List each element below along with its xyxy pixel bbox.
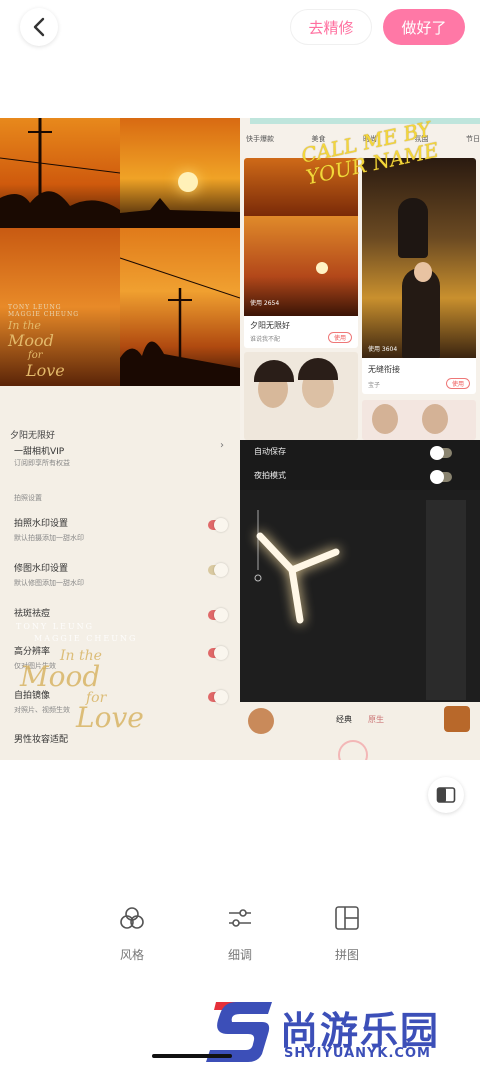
skyline-silhouette bbox=[120, 198, 240, 228]
feed-tab[interactable]: 快手爆款 bbox=[246, 134, 274, 148]
home-indicator bbox=[152, 1054, 232, 1058]
shutter-button[interactable] bbox=[338, 740, 368, 760]
tree-silhouette bbox=[120, 257, 240, 386]
vip-subtitle: 一甜相机VIP bbox=[14, 447, 65, 457]
compare-button[interactable] bbox=[428, 777, 464, 813]
auto-save-label: 自动保存 bbox=[254, 447, 286, 456]
night-mode-toggle[interactable] bbox=[430, 470, 452, 484]
style-tool[interactable]: 风格 bbox=[102, 904, 162, 963]
refine-button[interactable]: 去精修 bbox=[290, 9, 372, 45]
style-icon bbox=[120, 907, 144, 929]
overlay-title-4: Love bbox=[76, 701, 144, 734]
vip-title: 夕阳无限好 bbox=[10, 431, 56, 441]
setting-subtitle: 默认修图添加一甜水印 bbox=[14, 579, 84, 587]
card-caption: 无缝衔接 bbox=[368, 365, 400, 374]
card-caption: 夕阳无限好 bbox=[250, 321, 290, 330]
card-author: 谁说我不配 bbox=[250, 336, 281, 343]
setting-title: 拍照水印设置 bbox=[14, 519, 69, 529]
card-uses: 使用 3604 bbox=[368, 346, 398, 353]
overlay-names-2: MAGGIE CHEUNG bbox=[34, 634, 138, 643]
mode-classic[interactable]: 经典 bbox=[336, 714, 352, 725]
power-line-silhouette bbox=[0, 118, 120, 228]
poster-title-2: Mood bbox=[8, 331, 54, 350]
sunset-photo-4 bbox=[120, 228, 240, 386]
avatar[interactable] bbox=[248, 708, 274, 734]
overlay-title-2: Mood bbox=[20, 660, 101, 693]
setting-item[interactable]: 拍照水印设置 默认拍摄添加一甜水印 bbox=[14, 516, 236, 543]
poster-names-1: TONY LEUNG bbox=[8, 304, 62, 311]
sunset-poster[interactable]: TONY LEUNG MAGGIE CHEUNG In the Mood for… bbox=[0, 118, 240, 386]
overlay-mood-title: In the Mood for Love bbox=[20, 648, 144, 734]
settings-screenshot[interactable]: 夕阳无限好 一甜相机VIP 订阅即享所有权益 › 拍照设置 拍照水印设置 默认拍… bbox=[0, 386, 240, 760]
vip-hint: 订阅即享所有权益 bbox=[14, 459, 70, 467]
top-bar: 去精修 做好了 bbox=[0, 0, 480, 56]
done-button[interactable]: 做好了 bbox=[383, 9, 465, 45]
vip-banner[interactable]: 夕阳无限好 一甜相机VIP 订阅即享所有权益 › bbox=[0, 420, 240, 478]
collage-tool[interactable]: 拼图 bbox=[317, 904, 377, 963]
section-header: 拍照设置 bbox=[14, 494, 42, 502]
sunset-photo-3: TONY LEUNG MAGGIE CHEUNG In the Mood for… bbox=[0, 228, 120, 386]
poster-title-4: Love bbox=[26, 361, 65, 380]
site-watermark: 尚游乐园 SHYIYUANYK.COM bbox=[206, 998, 480, 1067]
back-button[interactable] bbox=[20, 8, 58, 46]
watermark-url: SHYIYUANYK.COM bbox=[284, 1046, 431, 1061]
adjust-tool[interactable]: 细调 bbox=[210, 904, 270, 963]
setting-toggle[interactable] bbox=[208, 563, 228, 577]
setting-item[interactable]: 祛斑祛痘 bbox=[14, 606, 236, 622]
auto-save-toggle[interactable] bbox=[430, 446, 452, 460]
collage-icon bbox=[335, 906, 359, 930]
template-card[interactable]: 使用 3604 无缝衔接 宝子 使用 bbox=[362, 158, 476, 394]
template-feed-screenshot[interactable]: 快手爆款 美食 时尚 氛围 节日 夕阳无限好 谁说我不配 使用 使用 2654 … bbox=[240, 118, 480, 440]
camera-viewfinder bbox=[240, 490, 480, 702]
template-card[interactable]: 夕阳无限好 谁说我不配 使用 使用 2654 bbox=[244, 158, 358, 348]
style-tool-label: 风格 bbox=[119, 948, 144, 962]
card-author: 宝子 bbox=[368, 382, 381, 389]
use-button[interactable]: 使用 bbox=[328, 332, 352, 343]
overlay-names: TONY LEUNG MAGGIE CHEUNG bbox=[16, 622, 137, 643]
chevron-right-icon: › bbox=[220, 440, 224, 451]
card-photo: 使用 3604 bbox=[362, 158, 476, 358]
collage-canvas[interactable]: TONY LEUNG MAGGIE CHEUNG In the Mood for… bbox=[0, 118, 480, 760]
setting-toggle[interactable] bbox=[208, 518, 228, 532]
card-uses: 使用 2654 bbox=[250, 300, 280, 307]
poster-title: TONY LEUNG MAGGIE CHEUNG In the Mood for… bbox=[8, 304, 80, 380]
filter-thumbnail[interactable] bbox=[444, 706, 470, 732]
setting-title: 修图水印设置 bbox=[14, 564, 69, 574]
chevron-left-icon bbox=[33, 17, 45, 37]
sunset-photo-2 bbox=[120, 118, 240, 228]
camera-mode-bar: 经典 原生 bbox=[240, 702, 480, 760]
setting-toggle[interactable] bbox=[208, 690, 228, 704]
compare-icon bbox=[436, 787, 456, 803]
night-mode-label: 夜拍模式 bbox=[254, 471, 286, 480]
use-button[interactable]: 使用 bbox=[446, 378, 470, 389]
mode-original[interactable]: 原生 bbox=[368, 714, 384, 725]
adjust-icon bbox=[229, 909, 251, 927]
setting-subtitle: 默认拍摄添加一甜水印 bbox=[14, 534, 84, 542]
template-card[interactable] bbox=[244, 352, 358, 440]
sunset-photo-1 bbox=[0, 118, 120, 228]
adjust-tool-label: 细调 bbox=[227, 948, 252, 962]
template-card[interactable] bbox=[362, 400, 476, 440]
poster-names-2: MAGGIE CHEUNG bbox=[8, 311, 80, 318]
overlay-names-1: TONY LEUNG bbox=[16, 622, 95, 631]
setting-item[interactable]: 修图水印设置 默认修图添加一甜水印 bbox=[14, 561, 236, 588]
camera-screenshot[interactable]: 自动保存 夜拍模式 经典 原生 bbox=[240, 440, 480, 760]
setting-title: 祛斑祛痘 bbox=[14, 609, 51, 619]
setting-toggle[interactable] bbox=[208, 608, 228, 622]
setting-toggle[interactable] bbox=[208, 646, 228, 660]
collage-tool-label: 拼图 bbox=[334, 948, 359, 962]
